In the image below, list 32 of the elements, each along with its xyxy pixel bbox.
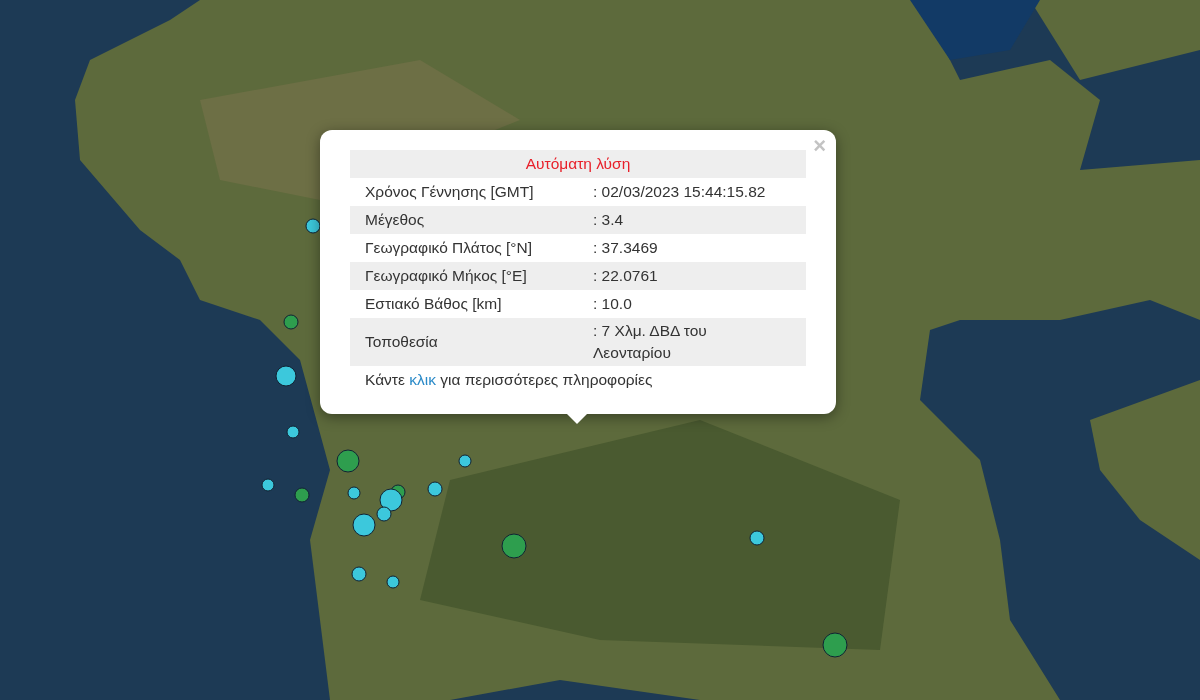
earthquake-marker[interactable] <box>336 449 360 473</box>
earthquake-marker[interactable] <box>501 533 527 559</box>
earthquake-marker[interactable] <box>261 478 275 492</box>
more-info-text: Κάντε κλικ για περισσότερες πληροφορίες <box>365 370 654 390</box>
earthquake-marker[interactable] <box>376 506 392 522</box>
earthquake-marker[interactable] <box>286 425 300 439</box>
field-value: : 10.0 <box>592 294 633 314</box>
field-value: : 22.0761 <box>592 266 659 286</box>
field-label: Γεωγραφικό Μήκος [°E] <box>364 266 528 286</box>
earthquake-marker[interactable] <box>305 218 321 234</box>
earthquake-marker[interactable] <box>427 481 443 497</box>
earthquake-marker[interactable] <box>283 314 299 330</box>
earthquake-marker[interactable] <box>275 365 297 387</box>
earthquake-marker[interactable] <box>458 454 472 468</box>
earthquake-marker[interactable] <box>749 530 765 546</box>
more-info-link[interactable]: κλικ <box>409 371 436 388</box>
field-label: Χρόνος Γέννησης [GMT] <box>364 182 535 202</box>
field-label: Μέγεθος <box>364 210 426 230</box>
earthquake-marker[interactable] <box>347 486 361 500</box>
popup-title: Αυτόματη λύση <box>350 150 806 178</box>
field-value: : 3.4 <box>592 210 625 230</box>
field-value: : 7 Χλμ. ΔΒΔ του Λεονταρίου <box>592 321 708 363</box>
field-label: Εστιακό Βάθος [km] <box>364 294 503 314</box>
earthquake-marker[interactable] <box>351 566 367 582</box>
field-value: : 37.3469 <box>592 238 659 258</box>
earthquake-marker[interactable] <box>386 575 400 589</box>
earthquake-marker[interactable] <box>294 487 310 503</box>
earthquake-marker[interactable] <box>822 632 848 658</box>
field-label: Γεωγραφικό Πλάτος [°N] <box>364 238 534 258</box>
field-label: Τοποθεσία <box>364 332 439 352</box>
earthquake-marker[interactable] <box>352 513 376 537</box>
field-value: : 02/03/2023 15:44:15.82 <box>592 182 767 202</box>
